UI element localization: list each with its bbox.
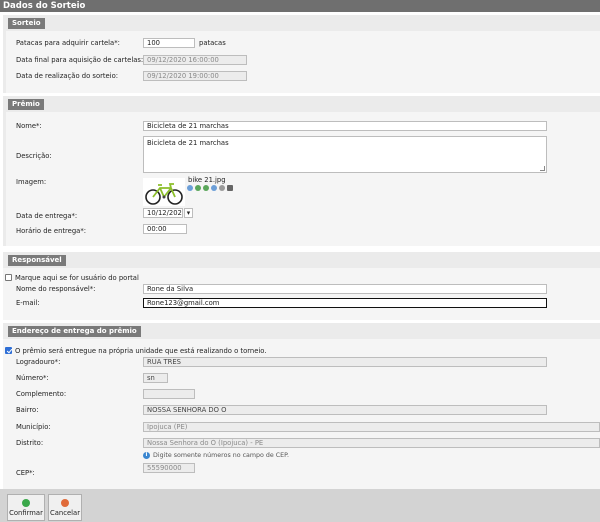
entrega-propria-unidade-label: O prêmio será entregue na própria unidad… xyxy=(15,347,267,355)
numero-field: sn xyxy=(143,373,168,383)
descricao-text: Bicicleta de 21 marchas xyxy=(147,139,229,147)
section-premio: Prêmio Nome*: Bicicleta de 21 marchas De… xyxy=(3,96,600,246)
horario-entrega-label: Horário de entrega*: xyxy=(16,227,87,235)
email-label: E-mail: xyxy=(16,299,40,307)
data-entrega-input[interactable]: 10/12/2020 xyxy=(143,208,183,218)
cep-field: 55590000 xyxy=(143,463,195,473)
data-realizacao-label: Data de realização do sorteio: xyxy=(16,72,119,80)
premio-nome-label: Nome*: xyxy=(16,122,42,130)
patacas-input[interactable]: 100 xyxy=(143,38,195,48)
premio-nome-input[interactable]: Bicicleta de 21 marchas xyxy=(143,121,547,131)
section-header-responsavel: Responsável xyxy=(8,255,66,266)
flip-icon[interactable] xyxy=(211,185,217,191)
trash-icon[interactable] xyxy=(227,185,233,191)
section-header-sorteio: Sorteio xyxy=(8,18,45,29)
imagem-label: Imagem: xyxy=(16,178,47,186)
imagem-filename: bike 21.jpg xyxy=(188,176,226,184)
numero-label: Número*: xyxy=(16,374,49,382)
sound-icon[interactable] xyxy=(219,185,225,191)
descricao-textarea[interactable]: Bicicleta de 21 marchas xyxy=(143,136,547,173)
distrito-field: Nossa Senhora do Ó (Ipojuca) - PE xyxy=(143,438,600,448)
email-input[interactable]: Rone123@gmail.com xyxy=(143,298,547,308)
section-body-endereco: O prêmio será entregue na própria unidad… xyxy=(3,339,600,489)
complemento-field xyxy=(143,389,195,399)
responsavel-nome-label: Nome do responsável*: xyxy=(16,285,96,293)
cancelar-button[interactable]: Cancelar xyxy=(48,494,82,521)
responsavel-nome-input[interactable]: Rone da Silva xyxy=(143,284,547,294)
bike-thumbnail-image[interactable] xyxy=(143,178,185,206)
section-endereco: Endereço de entrega do prêmio O prêmio s… xyxy=(3,323,600,489)
page-title: Dados do Sorteio xyxy=(0,0,600,12)
cep-hint: Digite somente números no campo de CEP. xyxy=(153,452,289,459)
data-entrega-label: Data de entrega*: xyxy=(16,212,78,220)
confirmar-button[interactable]: Confirmar xyxy=(7,494,45,521)
municipio-label: Município: xyxy=(16,423,51,431)
cep-label: CEP*: xyxy=(16,469,35,477)
usuario-portal-checkbox[interactable] xyxy=(5,274,12,281)
rotate-right-icon[interactable] xyxy=(203,185,209,191)
cancel-icon xyxy=(61,499,69,507)
cancelar-label: Cancelar xyxy=(50,509,80,517)
info-icon: i xyxy=(143,452,150,459)
image-tools xyxy=(187,185,233,191)
section-header-premio: Prêmio xyxy=(8,99,44,110)
distrito-label: Distrito: xyxy=(16,439,44,447)
entrega-propria-unidade-checkbox[interactable] xyxy=(5,347,12,354)
rotate-left-icon[interactable] xyxy=(195,185,201,191)
section-sorteio: Sorteio Patacas para adquirir cartela*: … xyxy=(3,15,600,93)
calendar-dropdown-icon[interactable]: ▾ xyxy=(184,208,193,218)
patacas-suffix: patacas xyxy=(199,39,226,47)
data-realizacao-field: 09/12/2020 19:00:00 xyxy=(143,71,247,81)
logradouro-field: RUA TRES xyxy=(143,357,547,367)
usuario-portal-label: Marque aqui se for usuário do portal xyxy=(15,274,139,282)
descricao-label: Descrição: xyxy=(16,152,52,160)
horario-entrega-input[interactable]: 00:00 xyxy=(143,224,187,234)
complemento-label: Complemento: xyxy=(16,390,67,398)
resize-grip-icon[interactable] xyxy=(540,166,545,171)
zoom-in-icon[interactable] xyxy=(187,185,193,191)
logradouro-label: Logradouro*: xyxy=(16,358,61,366)
confirm-icon xyxy=(22,499,30,507)
section-header-endereco: Endereço de entrega do prêmio xyxy=(8,326,141,337)
section-body-premio: Nome*: Bicicleta de 21 marchas Descrição… xyxy=(6,112,600,246)
section-body-responsavel: Marque aqui se for usuário do portal Nom… xyxy=(3,268,600,320)
bairro-label: Bairro: xyxy=(16,406,39,414)
section-responsavel: Responsável Marque aqui se for usuário d… xyxy=(3,252,600,320)
action-bar: Confirmar Cancelar xyxy=(0,489,600,522)
patacas-label: Patacas para adquirir cartela*: xyxy=(16,39,120,47)
bairro-field: NOSSA SENHORA DO O xyxy=(143,405,547,415)
municipio-field: Ipojuca (PE) xyxy=(143,422,600,432)
confirmar-label: Confirmar xyxy=(9,509,43,517)
data-final-label: Data final para aquisição de cartelas: xyxy=(16,56,144,64)
section-body-sorteio: Patacas para adquirir cartela*: 100 pata… xyxy=(6,31,600,93)
data-final-field: 09/12/2020 16:00:00 xyxy=(143,55,247,65)
